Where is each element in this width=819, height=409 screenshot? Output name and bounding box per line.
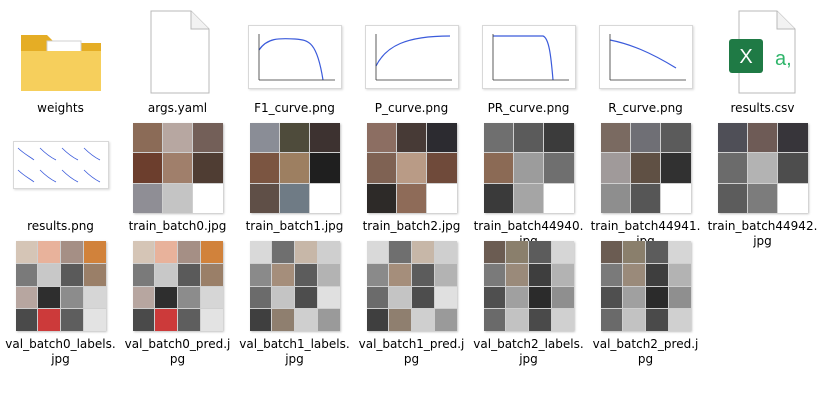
- excel-letter: X: [739, 46, 752, 68]
- image-thumbnail: [600, 123, 691, 213]
- file-name: val_batch0_labels.jpg: [5, 337, 116, 366]
- file-item-val-batch0-labels[interactable]: val_batch0_labels.jpg: [2, 236, 119, 367]
- file-item-train-batch2[interactable]: train_batch2.jpg: [353, 118, 470, 234]
- plot-thumbnail: [353, 0, 470, 95]
- file-grid: weights args.yaml F1_curve.png P_curve.p…: [0, 0, 819, 409]
- file-item-r-curve[interactable]: R_curve.png: [587, 0, 704, 116]
- image-thumbnail: [366, 241, 457, 331]
- image-thumbnail: [15, 241, 106, 331]
- file-item-val-batch0-pred[interactable]: val_batch0_pred.jpg: [119, 236, 236, 367]
- file-item-val-batch1-labels[interactable]: val_batch1_labels.jpg: [236, 236, 353, 367]
- plot-thumbnail: [587, 0, 704, 95]
- image-thumbnail: [249, 241, 340, 331]
- image-thumbnail: [132, 123, 223, 213]
- file-name: P_curve.png: [374, 101, 449, 115]
- file-name: val_batch2_pred.jpg: [592, 337, 699, 366]
- file-name: train_batch0.jpg: [128, 219, 227, 233]
- file-name: weights: [37, 101, 84, 115]
- file-name: R_curve.png: [608, 101, 683, 115]
- file-item-results-png[interactable]: results.png: [2, 118, 119, 234]
- image-thumbnail: [600, 241, 691, 331]
- file-name: PR_curve.png: [487, 101, 570, 115]
- file-item-args-yaml[interactable]: args.yaml: [119, 0, 236, 116]
- plot-thumbnail: [236, 0, 353, 95]
- file-item-p-curve[interactable]: P_curve.png: [353, 0, 470, 116]
- file-item-train-batch44940[interactable]: train_batch44940.jpg: [470, 118, 587, 249]
- image-thumbnail: [366, 123, 457, 213]
- file-name: train_batch44942.jpg: [707, 219, 818, 248]
- file-name: train_batch1.jpg: [245, 219, 344, 233]
- file-name: val_batch2_labels.jpg: [473, 337, 584, 366]
- file-item-weights[interactable]: weights: [2, 0, 119, 116]
- file-item-f1-curve[interactable]: F1_curve.png: [236, 0, 353, 116]
- file-name: val_batch1_labels.jpg: [239, 337, 350, 366]
- image-thumbnail: [717, 123, 808, 213]
- image-thumbnail: [249, 123, 340, 213]
- document-icon: [119, 0, 236, 95]
- file-name: results.csv: [730, 101, 795, 115]
- file-item-train-batch44941[interactable]: train_batch44941.jpg: [587, 118, 704, 249]
- plot-thumbnail: [470, 0, 587, 95]
- excel-secondary: a,: [775, 48, 792, 70]
- file-item-val-batch1-pred[interactable]: val_batch1_pred.jpg: [353, 236, 470, 367]
- file-name: results.png: [27, 219, 94, 233]
- file-item-train-batch1[interactable]: train_batch1.jpg: [236, 118, 353, 234]
- folder-icon: [2, 0, 119, 95]
- file-item-results-csv[interactable]: X a, results.csv: [704, 0, 819, 116]
- results-plot-thumbnail: [2, 118, 119, 213]
- excel-icon: X a,: [704, 0, 819, 95]
- file-name: val_batch1_pred.jpg: [358, 337, 465, 366]
- image-thumbnail: [483, 123, 574, 213]
- file-item-train-batch0[interactable]: train_batch0.jpg: [119, 118, 236, 234]
- file-item-val-batch2-labels[interactable]: val_batch2_labels.jpg: [470, 236, 587, 367]
- file-item-pr-curve[interactable]: PR_curve.png: [470, 0, 587, 116]
- file-item-train-batch44942[interactable]: train_batch44942.jpg: [704, 118, 819, 249]
- file-name: args.yaml: [147, 101, 208, 115]
- file-name: F1_curve.png: [254, 101, 335, 115]
- image-thumbnail: [132, 241, 223, 331]
- file-name: val_batch0_pred.jpg: [124, 337, 231, 366]
- file-name: train_batch2.jpg: [362, 219, 461, 233]
- file-item-val-batch2-pred[interactable]: val_batch2_pred.jpg: [587, 236, 704, 367]
- image-thumbnail: [483, 241, 574, 331]
